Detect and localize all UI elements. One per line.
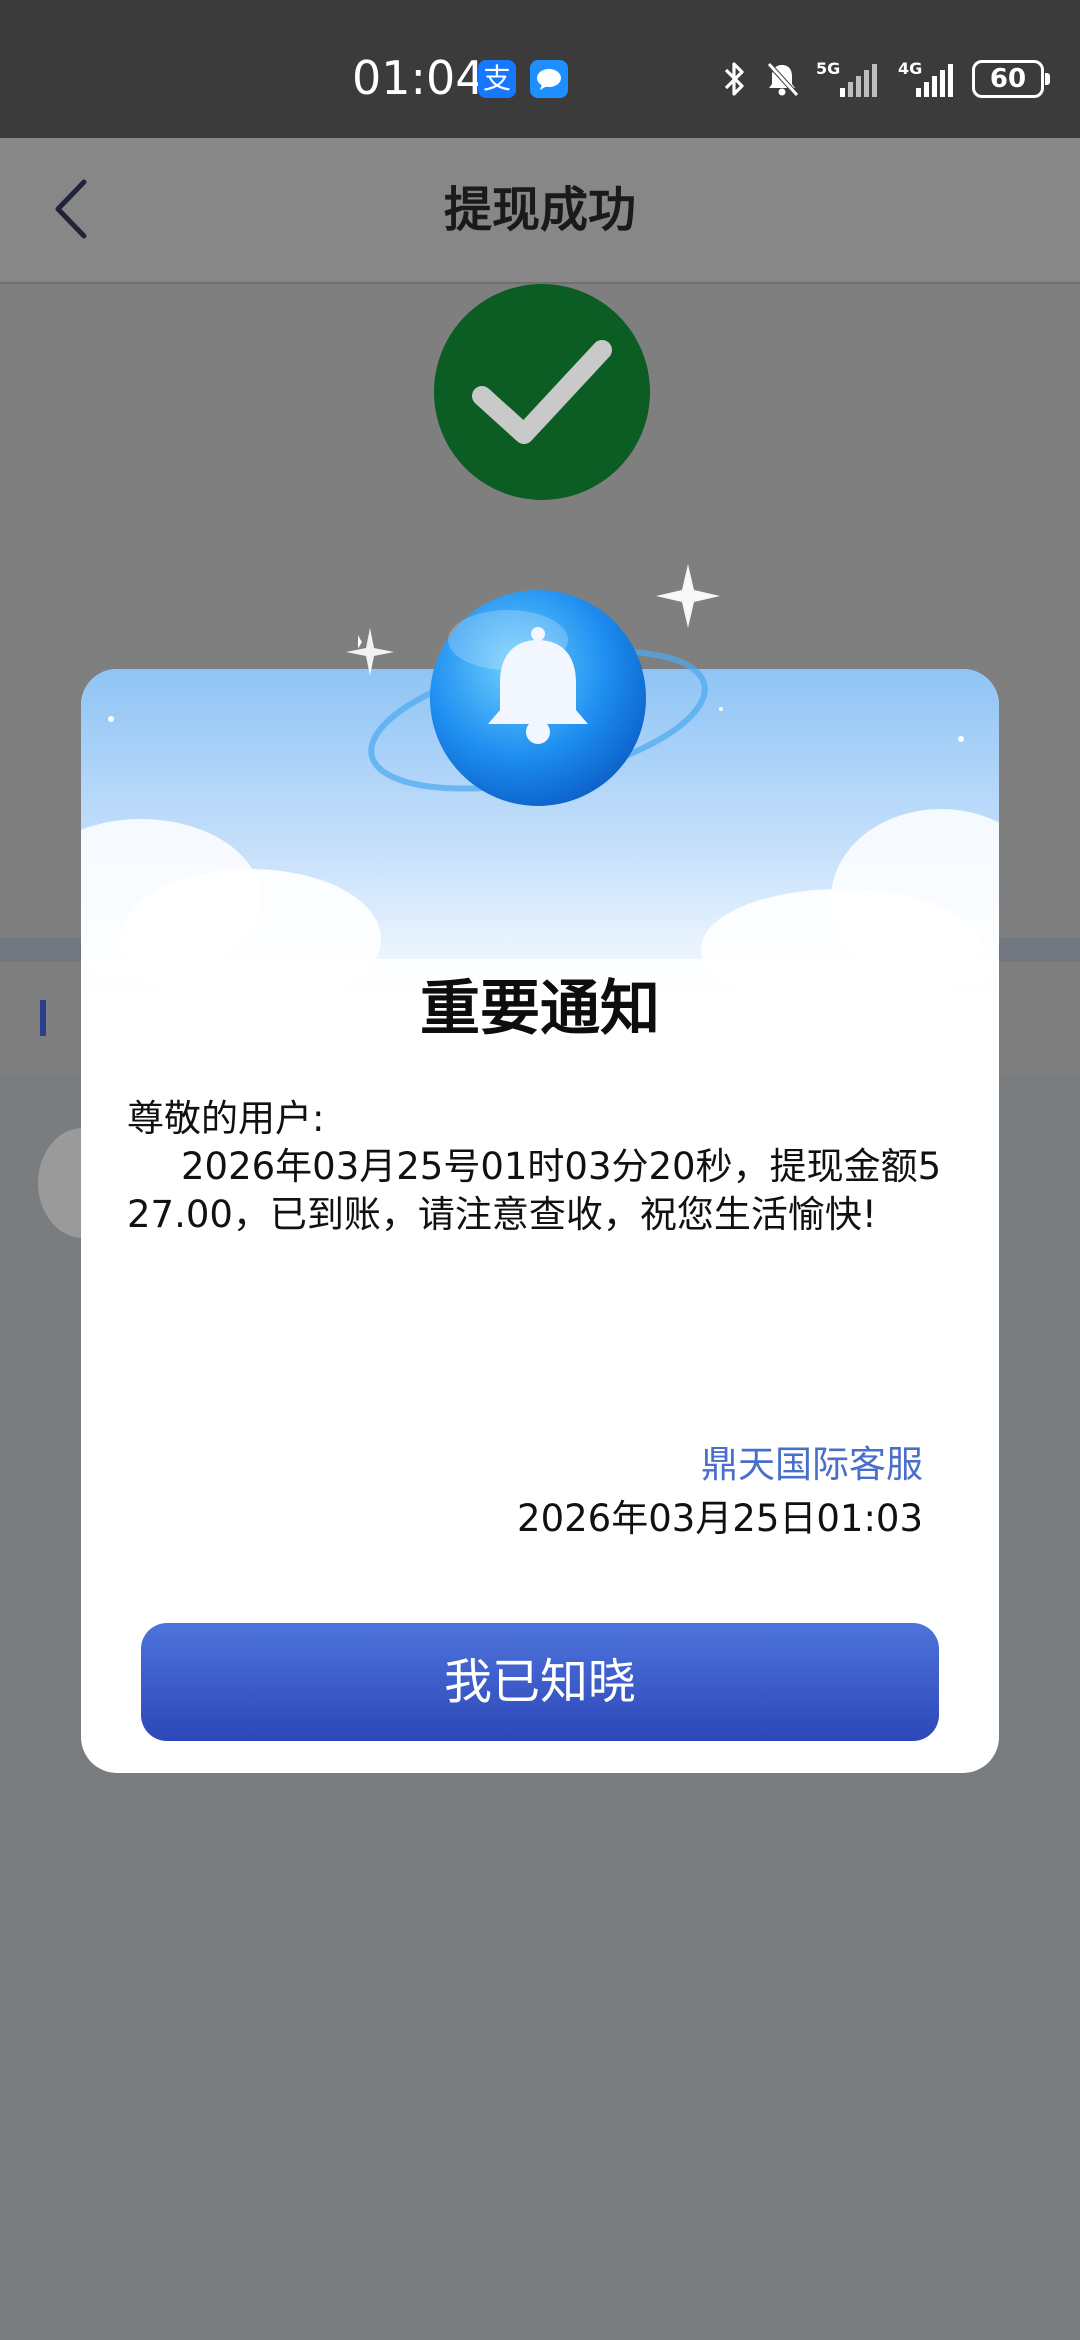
section-marker [40, 1000, 46, 1036]
greeting-text: 尊敬的用户: [127, 1097, 325, 1140]
signal-4g-icon: 4G [898, 59, 953, 97]
battery-indicator: 60 [972, 60, 1050, 98]
acknowledge-button[interactable]: 我已知晓 [141, 1623, 939, 1741]
signal-5g-icon: 5G [816, 59, 877, 97]
bluetooth-icon [724, 62, 744, 96]
success-check-icon [434, 284, 650, 500]
network-4g-label: 4G [898, 59, 922, 78]
signature-date: 2026年03月25日01:03 [517, 1497, 923, 1540]
dialog-title: 重要通知 [420, 974, 660, 1044]
network-5g-label: 5G [816, 59, 840, 78]
mute-bell-icon [767, 62, 799, 97]
dialog-message: 尊敬的用户: 2026年03月25号01时03分20秒，提现金额527.00，已… [127, 1095, 953, 1239]
nav-bar: 提现成功 [0, 138, 1080, 284]
message-text: 2026年03月25号01时03分20秒，提现金额527.00，已到账，请注意查… [127, 1145, 942, 1236]
bell-icon [350, 564, 720, 806]
status-time: 01:04 [352, 51, 485, 105]
status-bar: 01:04 支 5G 4G 60 [0, 0, 1080, 138]
signature-text: 鼎天国际客服 [701, 1443, 923, 1486]
status-icons: 5G 4G 60 [722, 58, 1050, 100]
alipay-icon: 支 [478, 60, 516, 98]
page-title: 提现成功 [443, 182, 636, 238]
sparkle-icon [346, 628, 394, 676]
message-app-icon [530, 60, 568, 98]
bell-illustration [350, 560, 728, 840]
